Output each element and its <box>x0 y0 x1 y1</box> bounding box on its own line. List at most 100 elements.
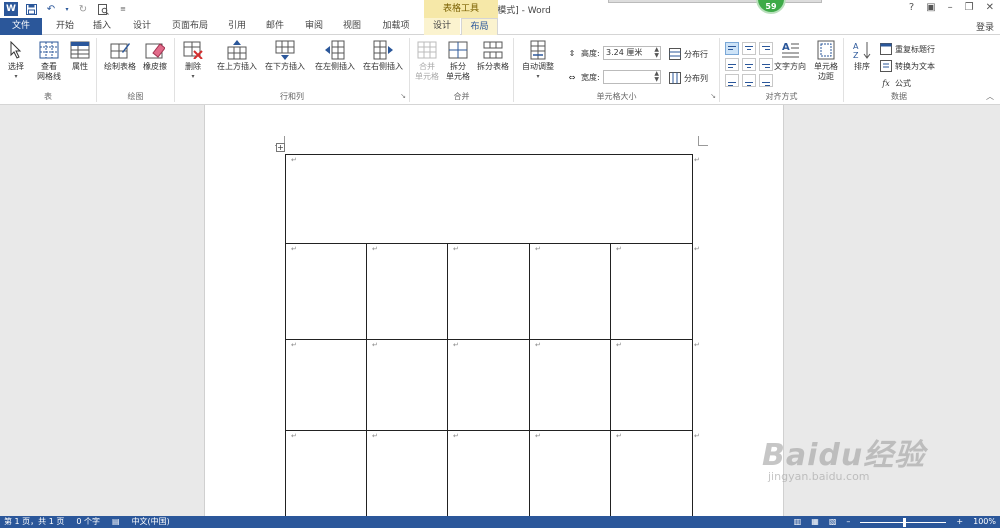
tab-references[interactable]: 引用 <box>222 18 252 35</box>
insert-left-button[interactable]: 在左侧插入 <box>311 40 359 72</box>
select-label: 选择 <box>8 62 24 71</box>
row-height-input[interactable]: 3.24 厘米 ▲ ▼ <box>603 46 661 60</box>
zoom-out-icon[interactable]: – <box>846 516 850 528</box>
zoom-in-icon[interactable]: + <box>956 516 963 528</box>
tab-table-design[interactable]: 设计 <box>424 18 460 35</box>
table-cell[interactable]: ↵ <box>529 339 611 431</box>
language-indicator[interactable]: 中文(中国) <box>132 516 170 528</box>
proofing-icon[interactable]: ▤ <box>112 516 120 528</box>
tab-file[interactable]: 文件 <box>0 18 42 35</box>
insert-above-button[interactable]: 在上方插入 <box>213 40 261 72</box>
table-cell[interactable]: ↵ <box>610 430 693 517</box>
tab-mailings[interactable]: 邮件 <box>260 18 290 35</box>
properties-button[interactable]: 属性 <box>68 40 92 72</box>
zoom-slider[interactable] <box>860 517 947 527</box>
close-icon[interactable]: ✕ <box>986 2 994 13</box>
table-cell[interactable]: ↵ <box>285 243 367 340</box>
zoom-level[interactable]: 100% <box>973 516 996 528</box>
tab-page-layout[interactable]: 页面布局 <box>166 18 214 35</box>
autofit-button[interactable]: 自动调整 ▾ <box>516 40 560 82</box>
spinner-arrows-icon[interactable]: ▲ ▼ <box>654 47 659 59</box>
split-table-label: 拆分表格 <box>477 62 509 71</box>
table-cell[interactable]: ↵ <box>366 243 448 340</box>
cell-alignment-grid <box>725 42 773 87</box>
insert-right-icon <box>373 40 393 60</box>
sort-label: 排序 <box>854 62 870 71</box>
status-bar: 第 1 页，共 1 页 0 个字 ▤ 中文(中国) ▥ ▦ ▧ – + 100% <box>0 516 1000 528</box>
distribute-columns-button[interactable]: 分布列 <box>669 72 708 84</box>
insert-below-label: 在下方插入 <box>265 62 305 71</box>
split-table-button[interactable]: 拆分表格 <box>474 40 512 72</box>
read-mode-icon[interactable]: ▥ <box>794 516 802 528</box>
zoom-slider-knob[interactable] <box>903 517 907 527</box>
table-row: ↵ ↵ ↵ ↵ ↵ <box>285 339 693 431</box>
align-bottom-right-icon[interactable] <box>759 74 773 87</box>
table-cell[interactable]: ↵ <box>447 339 530 431</box>
draw-table-label: 绘制表格 <box>104 62 136 71</box>
document-table[interactable]: ↵ ↵ ↵ ↵ ↵ ↵ ↵ ↵ ↵ ↵ ↵ ↵ ↵ ↵ ↵ ↵ <box>285 154 693 517</box>
table-cell[interactable]: ↵ <box>610 243 693 340</box>
popup-edge <box>608 0 822 3</box>
merge-cells-button[interactable]: 合并 单元格 <box>412 40 442 82</box>
align-middle-left-icon[interactable] <box>725 58 739 71</box>
print-layout-icon[interactable]: ▦ <box>811 516 819 528</box>
formula-button[interactable]: fx 公式 <box>880 77 911 89</box>
table-cell[interactable]: ↵ <box>447 243 530 340</box>
repeat-header-rows-button[interactable]: 重复标题行 <box>880 43 935 55</box>
collapse-ribbon-icon[interactable]: ︿ <box>986 91 994 102</box>
tab-view[interactable]: 视图 <box>336 18 368 35</box>
sort-button[interactable]: AZ 排序 <box>848 40 876 72</box>
web-layout-icon[interactable]: ▧ <box>829 516 837 528</box>
tab-table-layout[interactable]: 布局 <box>461 18 498 36</box>
restore-icon[interactable]: ❐ <box>965 2 974 13</box>
tab-home[interactable]: 开始 <box>50 18 80 35</box>
tab-addins[interactable]: 加载项 <box>376 18 416 35</box>
distribute-columns-icon <box>669 72 681 84</box>
table-cell[interactable]: ↵ <box>447 430 530 517</box>
table-cell[interactable]: ↵ <box>366 430 448 517</box>
convert-to-text-button[interactable]: 转换为文本 <box>880 60 935 72</box>
minimize-icon[interactable]: – <box>948 2 953 13</box>
pencil-table-icon <box>110 40 130 60</box>
align-bottom-center-icon[interactable] <box>742 74 756 87</box>
text-direction-button[interactable]: A 文字方向 <box>772 40 808 72</box>
dialog-launcher-icon[interactable]: ↘ <box>400 92 406 100</box>
column-width-input[interactable]: ▲ ▼ <box>603 70 661 84</box>
insert-right-button[interactable]: 在右侧插入 <box>359 40 407 72</box>
cell-margins-button[interactable]: 单元格 边距 <box>810 40 842 82</box>
table-cell[interactable]: ↵ <box>529 243 611 340</box>
table-cell[interactable]: ↵ <box>285 430 367 517</box>
draw-table-button[interactable]: 绘制表格 <box>101 40 139 72</box>
page-count[interactable]: 第 1 页，共 1 页 <box>4 516 64 528</box>
ribbon-display-icon[interactable]: ▣ <box>926 2 935 13</box>
table-move-handle-icon[interactable]: + <box>276 143 285 152</box>
table-cell[interactable]: ↵ <box>285 154 693 244</box>
align-middle-right-icon[interactable] <box>759 58 773 71</box>
table-cell[interactable]: ↵ <box>285 339 367 431</box>
insert-below-button[interactable]: 在下方插入 <box>261 40 309 72</box>
table-cell[interactable]: ↵ <box>610 339 693 431</box>
align-middle-center-icon[interactable] <box>742 58 756 71</box>
convert-text-icon <box>880 60 892 72</box>
view-gridlines-button[interactable]: 查看 网格线 <box>32 40 66 82</box>
split-cells-button[interactable]: 拆分 单元格 <box>444 40 472 82</box>
align-top-right-icon[interactable] <box>759 42 773 55</box>
dialog-launcher-icon[interactable]: ↘ <box>710 92 716 100</box>
tab-design[interactable]: 设计 <box>126 18 158 35</box>
distribute-rows-button[interactable]: 分布行 <box>669 48 708 60</box>
align-bottom-left-icon[interactable] <box>725 74 739 87</box>
delete-button[interactable]: 删除 ▾ <box>179 40 207 82</box>
table-cell[interactable]: ↵ <box>529 430 611 517</box>
tab-review[interactable]: 审阅 <box>298 18 330 35</box>
table-cell[interactable]: ↵ <box>366 339 448 431</box>
status-left: 第 1 页，共 1 页 0 个字 ▤ 中文(中国) <box>4 516 170 528</box>
tab-insert[interactable]: 插入 <box>86 18 118 35</box>
align-top-center-icon[interactable] <box>742 42 756 55</box>
select-button[interactable]: 选择 ▾ <box>4 40 28 82</box>
sign-in-link[interactable]: 登录 <box>976 20 994 33</box>
eraser-button[interactable]: 橡皮擦 <box>139 40 171 72</box>
help-icon[interactable]: ? <box>909 2 914 13</box>
align-top-left-icon[interactable] <box>725 42 739 55</box>
word-count[interactable]: 0 个字 <box>76 516 100 528</box>
spinner-arrows-icon[interactable]: ▲ ▼ <box>654 71 659 83</box>
